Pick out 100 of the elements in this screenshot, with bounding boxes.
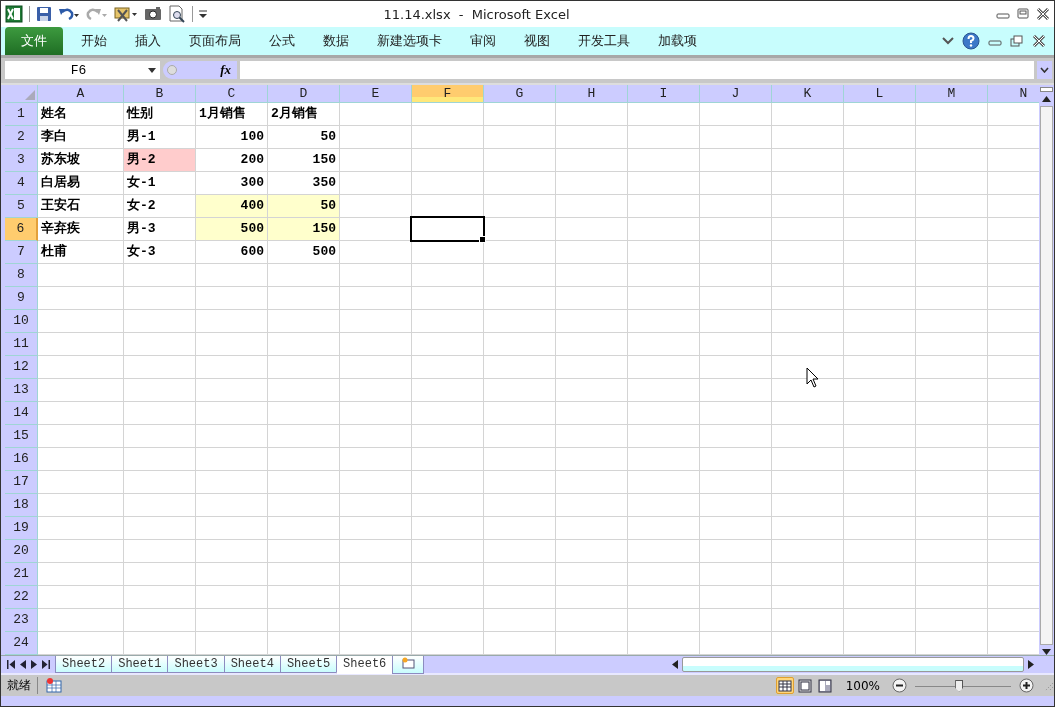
print-preview-icon[interactable]: [168, 5, 186, 23]
row-header[interactable]: 7: [5, 241, 38, 264]
camera-icon[interactable]: [144, 6, 162, 22]
chevron-down-icon[interactable]: [942, 36, 954, 46]
table-cell-text: 女-3: [126, 243, 157, 261]
previous-sheet-icon[interactable]: [20, 660, 26, 669]
sheet-tab[interactable]: Sheet6: [336, 655, 394, 674]
column-header[interactable]: L: [844, 85, 916, 103]
window-title: 11.14.xlsx - Microsoft Excel: [382, 6, 571, 22]
view-button[interactable]: [815, 677, 834, 694]
zoom-slider[interactable]: [915, 678, 1011, 693]
help-icon[interactable]: [962, 32, 980, 50]
ribbon-tab[interactable]: 公式: [255, 27, 309, 55]
view-button[interactable]: [775, 677, 794, 694]
scroll-right-icon[interactable]: [1028, 660, 1034, 669]
next-sheet-icon[interactable]: [31, 660, 37, 669]
column-header[interactable]: D: [268, 85, 340, 103]
row-header[interactable]: 21: [5, 563, 38, 586]
first-sheet-icon[interactable]: [7, 660, 15, 669]
expand-formula-button[interactable]: [1037, 61, 1052, 79]
row-header[interactable]: 10: [5, 310, 38, 333]
column-header[interactable]: H: [556, 85, 628, 103]
status-text: 就绪: [7, 677, 38, 694]
fill-handle[interactable]: [479, 236, 486, 243]
column-header[interactable]: F: [412, 85, 484, 103]
row-header[interactable]: 17: [5, 471, 38, 494]
row-header[interactable]: 6: [5, 218, 38, 241]
table-cell-text: 600: [239, 243, 265, 261]
ribbon-tab[interactable]: 开始: [67, 27, 121, 55]
insert-sheet-tab[interactable]: [392, 655, 425, 674]
horizontal-scrollbar[interactable]: [682, 657, 1024, 672]
sheet-tab[interactable]: Sheet1: [111, 656, 169, 673]
column-header[interactable]: B: [124, 85, 196, 103]
ribbon-tab[interactable]: 新建选项卡: [363, 27, 456, 55]
sheet-tab[interactable]: Sheet5: [279, 656, 338, 673]
record-macro-icon[interactable]: [46, 678, 62, 693]
row-header[interactable]: 3: [5, 149, 38, 172]
row-header[interactable]: 1: [5, 103, 38, 126]
row-header[interactable]: 2: [5, 126, 38, 149]
slider-thumb[interactable]: [955, 679, 964, 692]
ribbon-tab[interactable]: 审阅: [456, 27, 510, 55]
ribbon-tab[interactable]: 开发工具: [564, 27, 644, 55]
undo-icon[interactable]: [58, 6, 80, 22]
row-header[interactable]: 23: [5, 609, 38, 632]
active-cell[interactable]: [412, 218, 483, 240]
row-header[interactable]: 22: [5, 586, 38, 609]
column-header[interactable]: M: [916, 85, 988, 103]
column-header[interactable]: C: [196, 85, 268, 103]
zoom-in-icon[interactable]: [1019, 678, 1034, 693]
formula-input[interactable]: [240, 61, 1034, 79]
row-header[interactable]: 5: [5, 195, 38, 218]
zoom-out-icon[interactable]: [892, 678, 907, 693]
ribbon-tab[interactable]: 插入: [121, 27, 175, 55]
row-header[interactable]: 11: [5, 333, 38, 356]
dropdown-caret-icon[interactable]: [148, 67, 156, 73]
sheet-tab[interactable]: Sheet4: [223, 656, 281, 673]
column-header[interactable]: G: [484, 85, 556, 103]
row-header[interactable]: 24: [5, 632, 38, 655]
view-button[interactable]: [795, 677, 814, 694]
sheet-tab[interactable]: Sheet2: [55, 656, 113, 673]
row-header[interactable]: 15: [5, 425, 38, 448]
row-header[interactable]: 8: [5, 264, 38, 287]
table-cell-text: 男-3: [126, 220, 157, 238]
customize-toolbar-icon[interactable]: [199, 8, 207, 20]
row-header[interactable]: 14: [5, 402, 38, 425]
save-icon[interactable]: [36, 6, 52, 22]
scroll-left-icon[interactable]: [672, 660, 678, 669]
workbook-restore-icon[interactable]: [1010, 35, 1024, 47]
insert-function-button[interactable]: fx: [220, 62, 231, 78]
ribbon-tab[interactable]: 数据: [309, 27, 363, 55]
table-cell: 50: [268, 195, 339, 217]
column-header[interactable]: K: [772, 85, 844, 103]
maximize-icon[interactable]: [1016, 8, 1030, 20]
tools-icon[interactable]: [114, 5, 138, 23]
row-header[interactable]: 4: [5, 172, 38, 195]
row-header[interactable]: 16: [5, 448, 38, 471]
row-header[interactable]: 9: [5, 287, 38, 310]
row-header[interactable]: 13: [5, 379, 38, 402]
column-header[interactable]: J: [700, 85, 772, 103]
row-header[interactable]: 19: [5, 517, 38, 540]
row-header[interactable]: 18: [5, 494, 38, 517]
scroll-up-icon[interactable]: [1042, 96, 1051, 102]
split-handle-icon[interactable]: [1040, 87, 1053, 92]
ribbon-tab[interactable]: 页面布局: [175, 27, 255, 55]
file-tab[interactable]: 文件: [5, 27, 63, 55]
workbook-close-icon[interactable]: [1032, 35, 1046, 47]
column-header[interactable]: I: [628, 85, 700, 103]
column-header[interactable]: E: [340, 85, 412, 103]
last-sheet-icon[interactable]: [42, 660, 50, 669]
sheet-tab[interactable]: Sheet3: [167, 656, 225, 673]
page-break-preview-icon: [817, 678, 832, 693]
row-header[interactable]: 20: [5, 540, 38, 563]
ribbon-tab[interactable]: 视图: [510, 27, 564, 55]
column-header[interactable]: A: [38, 85, 124, 103]
close-icon[interactable]: [1036, 8, 1050, 20]
zoom-level[interactable]: 100%: [841, 678, 884, 693]
column-header[interactable]: N: [988, 85, 1039, 103]
row-header[interactable]: 12: [5, 356, 38, 379]
name-box[interactable]: F6: [5, 61, 160, 79]
ribbon-tab[interactable]: 加载项: [644, 27, 711, 55]
